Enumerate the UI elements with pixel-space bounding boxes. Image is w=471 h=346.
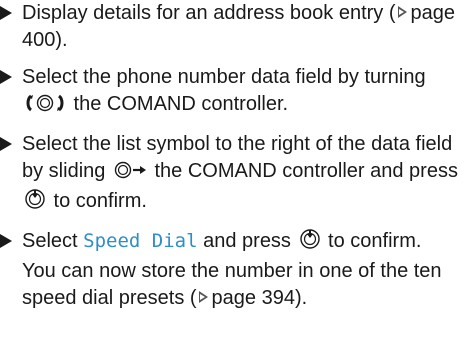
step-text: Display details for an address book entr… bbox=[22, 2, 396, 24]
step-text-tail: the COMAND controller. bbox=[68, 93, 289, 115]
press-controller-icon bbox=[24, 188, 46, 218]
step-bullet-icon bbox=[0, 70, 12, 84]
step-bullet-icon bbox=[0, 137, 12, 151]
step-select-phone-field: Select the phone number data field by tu… bbox=[0, 64, 471, 121]
step-result: You can now store the number in one of t… bbox=[22, 258, 471, 312]
step-text: Select the phone number data field by tu… bbox=[22, 66, 426, 88]
page-reference[interactable]: page 394). bbox=[212, 287, 308, 309]
step-text-mid: and press bbox=[197, 230, 297, 252]
step-text: Select bbox=[22, 230, 84, 252]
step-text-mid: the COMAND controller and press bbox=[148, 160, 458, 182]
step-bullet-icon bbox=[0, 234, 12, 248]
page-reference-arrow-icon bbox=[397, 6, 407, 18]
page-reference-arrow-icon bbox=[198, 291, 208, 303]
speed-dial-menu-item[interactable]: Speed Dial bbox=[83, 230, 197, 252]
step-display-details: Display details for an address book entr… bbox=[0, 0, 471, 54]
step-bullet-icon bbox=[0, 6, 12, 20]
step-select-speed-dial: Select Speed Dial and press to confirm. … bbox=[0, 228, 471, 312]
step-select-list-symbol: Select the list symbol to the right of t… bbox=[0, 131, 471, 218]
slide-right-controller-icon bbox=[113, 160, 147, 188]
rotate-controller-icon bbox=[24, 93, 66, 121]
step-text-tail: to confirm. bbox=[48, 190, 147, 212]
press-controller-icon bbox=[299, 228, 321, 258]
instruction-page: Display details for an address book entr… bbox=[0, 0, 471, 346]
step-text-tail: to confirm. bbox=[322, 230, 422, 252]
